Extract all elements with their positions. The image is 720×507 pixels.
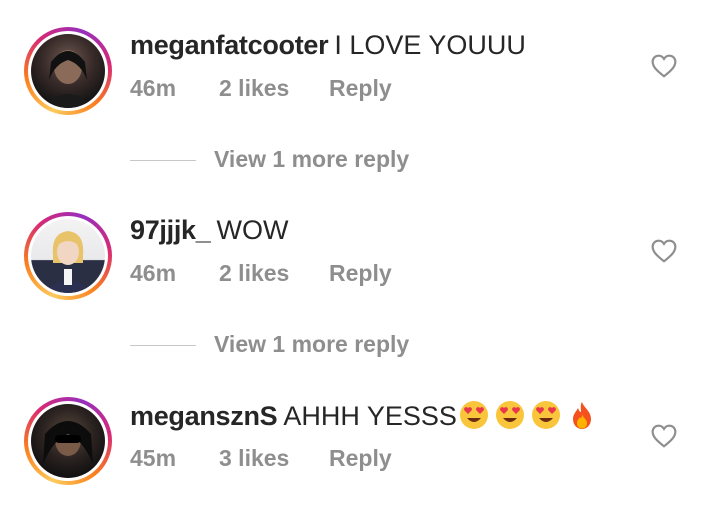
comment-item: megansznS AHHH YESSS 45m 3 likes Reply xyxy=(0,397,720,507)
view-more-replies[interactable]: View 1 more reply xyxy=(130,146,450,176)
avatar-photo xyxy=(31,219,105,293)
heart-icon[interactable] xyxy=(651,54,677,78)
comment-text: AHHH YESSS xyxy=(283,401,457,431)
reply-button[interactable]: Reply xyxy=(329,75,392,102)
avatar-photo xyxy=(31,404,105,478)
comment-username[interactable]: 97jjjk_ xyxy=(130,215,211,245)
divider-line xyxy=(130,345,196,346)
view-more-replies[interactable]: View 1 more reply xyxy=(130,331,450,361)
comment-item: meganfatcooter I LOVE YOUUU 46m 2 likes R… xyxy=(0,27,720,137)
heart-eyes-emoji xyxy=(459,401,488,429)
avatar[interactable] xyxy=(24,27,112,115)
heart-eyes-emoji xyxy=(495,401,524,429)
fire-emoji xyxy=(572,402,591,429)
heart-eyes-emoji xyxy=(531,401,560,429)
heart-icon[interactable] xyxy=(651,239,677,263)
reply-button[interactable]: Reply xyxy=(329,260,392,287)
avatar-photo xyxy=(31,34,105,108)
comment-username[interactable]: megansznS xyxy=(130,401,278,431)
comment-username[interactable]: meganfatcooter xyxy=(130,30,329,60)
likes-count[interactable]: 2 likes xyxy=(219,75,289,102)
comment-text: I LOVE YOUUU xyxy=(334,30,526,60)
person-silhouette-icon xyxy=(43,421,93,464)
divider-line xyxy=(130,160,196,161)
avatar[interactable] xyxy=(24,212,112,300)
heart-icon[interactable] xyxy=(651,424,677,448)
person-silhouette-icon xyxy=(43,231,93,293)
comment-text: WOW xyxy=(216,215,289,245)
avatar[interactable] xyxy=(24,397,112,485)
view-more-replies-label: View 1 more reply xyxy=(214,331,410,357)
view-more-replies-label: View 1 more reply xyxy=(214,146,410,172)
comment-item: 97jjjk_ WOW 46m 2 likes Reply xyxy=(0,212,720,322)
comment-time: 45m xyxy=(130,445,177,471)
likes-count[interactable]: 3 likes xyxy=(219,445,289,472)
likes-count[interactable]: 2 likes xyxy=(219,260,289,287)
person-silhouette-icon xyxy=(41,50,95,108)
comment-time: 46m xyxy=(130,260,177,286)
reply-button[interactable]: Reply xyxy=(329,445,392,472)
comment-time: 46m xyxy=(130,75,177,101)
